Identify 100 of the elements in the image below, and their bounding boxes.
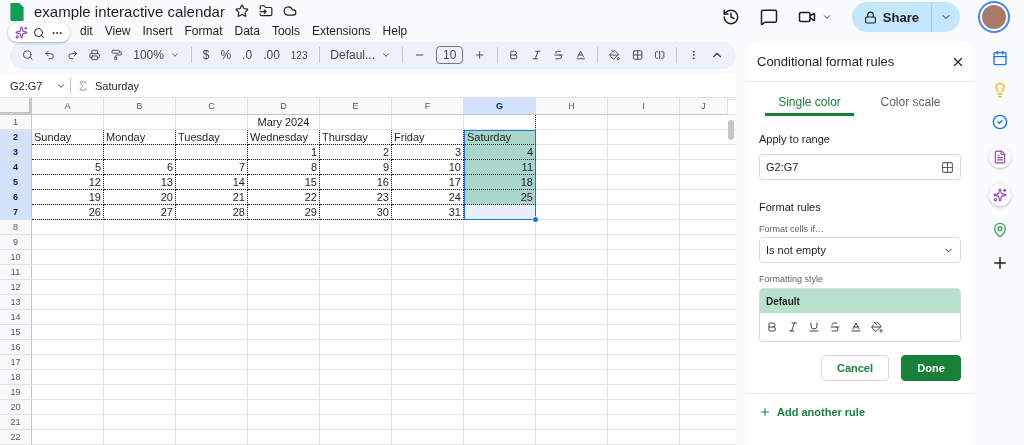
row-header[interactable]: 22 [0, 430, 32, 445]
document-title[interactable]: example interactive calendar [34, 2, 225, 20]
share-button[interactable]: Share [851, 2, 960, 32]
check-circle-icon[interactable] [991, 114, 1008, 130]
row-header[interactable]: 7 [0, 205, 32, 220]
row-header[interactable]: 14 [0, 310, 32, 325]
menu-item[interactable]: View [98, 24, 137, 38]
row-header[interactable]: 11 [0, 265, 32, 280]
menu-item[interactable]: Data [228, 24, 266, 38]
row-header[interactable]: 15 [0, 325, 32, 340]
menu-item[interactable]: dit [74, 24, 99, 38]
column-header[interactable]: H [536, 98, 608, 115]
column-header[interactable]: E [320, 98, 392, 115]
column-header[interactable]: F [392, 98, 464, 115]
spreadsheet-logo[interactable] [10, 3, 24, 21]
row-header[interactable]: 9 [0, 235, 32, 250]
fill-color-icon[interactable] [871, 321, 883, 333]
row-header[interactable]: 3 [0, 145, 32, 160]
scrollbar[interactable] [728, 120, 734, 140]
font-size-field[interactable]: 10 [436, 46, 464, 65]
lock-icon[interactable] [863, 10, 877, 24]
row-header[interactable]: 4 [0, 160, 32, 175]
name-box[interactable]: G2:G7 [0, 79, 70, 92]
bold-icon[interactable] [766, 321, 778, 333]
percent-format[interactable]: % [220, 48, 232, 63]
menu-item[interactable]: Extensions [305, 24, 377, 38]
row-header[interactable]: 8 [0, 220, 32, 235]
text-color-icon[interactable] [850, 321, 862, 333]
grid-icon[interactable] [941, 160, 954, 174]
tab[interactable]: Color scale [866, 91, 955, 116]
cloud-icon[interactable] [282, 4, 297, 18]
row-header[interactable]: 12 [0, 280, 32, 295]
add-rule-button[interactable]: Add another rule [759, 406, 975, 418]
done-button[interactable]: Done [901, 355, 961, 381]
font-dropdown[interactable]: Defaul... [330, 48, 391, 63]
avatar[interactable] [980, 3, 1008, 31]
table-cell: 18 [464, 175, 536, 190]
sparkle-icon[interactable] [14, 26, 28, 39]
fill-handle[interactable] [532, 216, 539, 223]
row-header[interactable]: 19 [0, 385, 32, 400]
map-pin-icon[interactable] [991, 222, 1008, 238]
italic-icon[interactable] [787, 321, 799, 333]
table-cell: 22 [248, 190, 320, 205]
menu-item[interactable]: Help [376, 24, 414, 38]
decrease-decimals[interactable]: .0 [242, 48, 253, 63]
formula-content[interactable]: Saturday [95, 79, 140, 92]
table-cell: 9 [320, 160, 392, 175]
calendar-icon[interactable] [991, 50, 1008, 66]
row-header[interactable]: 10 [0, 250, 32, 265]
tab[interactable]: Single color [765, 91, 854, 116]
row-header[interactable]: 2 [0, 130, 32, 145]
zoom-dropdown[interactable]: 100% [133, 48, 180, 63]
underline-icon[interactable] [808, 321, 820, 333]
history-icon[interactable] [721, 8, 740, 26]
column-header[interactable]: G [464, 98, 536, 115]
range-field[interactable]: G2:G7 [759, 154, 961, 180]
borders-icon[interactable] [631, 48, 643, 63]
column-header[interactable]: B [104, 98, 176, 115]
table-cell: Thursday [320, 130, 392, 145]
search-icon[interactable] [33, 26, 46, 39]
column-header[interactable]: J [680, 98, 728, 115]
cancel-button[interactable]: Cancel [821, 355, 889, 381]
menu-item[interactable]: Format [178, 24, 229, 38]
menu-item[interactable]: Insert [136, 24, 179, 38]
increase-decimals[interactable]: .00 [263, 48, 280, 63]
table-cell: 12 [32, 175, 104, 190]
row-header[interactable]: 1 [0, 115, 32, 130]
folder-icon[interactable] [258, 4, 273, 18]
plus-icon[interactable] [759, 406, 771, 418]
row-header[interactable]: 17 [0, 355, 32, 370]
column-header[interactable]: I [608, 98, 680, 115]
row-header[interactable]: 13 [0, 295, 32, 310]
star-icon[interactable] [234, 4, 249, 18]
fill-color-icon[interactable] [609, 48, 621, 63]
column-header[interactable]: A [32, 98, 104, 115]
table-cell: 8 [248, 160, 320, 175]
row-header[interactable]: 5 [0, 175, 32, 190]
row-header[interactable]: 20 [0, 400, 32, 415]
table-cell: 7 [176, 160, 248, 175]
column-header[interactable]: C [176, 98, 248, 115]
sparkle-icon[interactable] [992, 188, 1007, 202]
caret-icon[interactable] [821, 12, 832, 22]
table-cell: 27 [104, 205, 176, 220]
currency-format[interactable]: $ [202, 48, 210, 63]
comment-icon[interactable] [759, 8, 778, 26]
menu-item[interactable]: Tools [265, 24, 306, 38]
search-icon[interactable] [22, 48, 34, 63]
print-icon[interactable] [88, 48, 100, 63]
table-cell: Wednesday [248, 130, 320, 145]
table-cell: 6 [104, 160, 176, 175]
column-header[interactable]: D [248, 98, 320, 115]
document-icon[interactable] [992, 150, 1007, 164]
condition-dropdown[interactable]: Is not empty [759, 237, 961, 263]
strikethrough-icon[interactable] [829, 321, 841, 333]
row-header[interactable]: 18 [0, 370, 32, 385]
row-header[interactable]: 6 [0, 190, 32, 205]
paint-roller-icon[interactable] [111, 48, 123, 63]
row-header[interactable]: 16 [0, 340, 32, 355]
row-header[interactable]: 21 [0, 415, 32, 430]
number-format[interactable]: 123 [290, 49, 308, 61]
